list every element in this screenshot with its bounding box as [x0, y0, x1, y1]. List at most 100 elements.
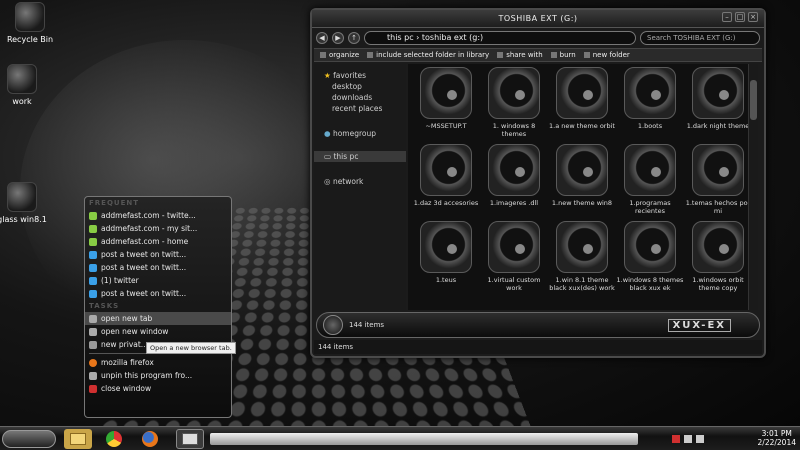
scrollbar-thumb[interactable]: [750, 80, 757, 120]
folder-item[interactable]: 1.teus: [412, 221, 480, 298]
jump-unpin[interactable]: unpin this program fro...: [85, 369, 231, 382]
jump-item-label: unpin this program fro...: [101, 371, 192, 380]
new-tab-icon: [89, 315, 97, 323]
folder-item[interactable]: ~MSSETUP.T: [412, 67, 480, 144]
jump-item[interactable]: post a tweet on twitt...: [85, 248, 231, 261]
jump-item[interactable]: (1) twitter: [85, 274, 231, 287]
tasks-header: TASKS: [85, 300, 231, 312]
share-with-button[interactable]: share with: [497, 51, 542, 59]
desktop-icon-recycle-bin[interactable]: Recycle Bin: [0, 2, 60, 44]
folder-label: 1.dark night theme: [687, 122, 750, 130]
folder-item[interactable]: 1.virtual custom work: [480, 221, 548, 298]
taskbar-firefox[interactable]: [136, 429, 164, 449]
file-list: ~MSSETUP.T 1. windows 8 themes 1.a new t…: [408, 64, 750, 310]
nav-this-pc[interactable]: ▭ this pc: [314, 151, 406, 162]
up-button[interactable]: ↑: [348, 32, 360, 44]
addmefast-icon: [89, 212, 97, 220]
address-bar[interactable]: this pc › toshiba ext (g:): [364, 31, 636, 45]
desktop-icon-label: Recycle Bin: [7, 35, 53, 44]
task-open-new-tab[interactable]: open new tab: [85, 312, 231, 325]
status-item-count: 144 items: [318, 343, 353, 351]
firefox-icon: [89, 359, 97, 367]
taskbar: 3:01 PM 2/22/2014: [0, 426, 800, 450]
details-pane: 144 items XUX-EX: [316, 312, 760, 338]
clock[interactable]: 3:01 PM 2/22/2014: [758, 429, 796, 447]
folder-icon: [488, 67, 540, 119]
folder-item[interactable]: 1.windows 8 themes black xux ek: [616, 221, 684, 298]
folder-label: 1.new theme win8: [552, 199, 612, 207]
jump-open-firefox[interactable]: mozilla firefox: [85, 356, 231, 369]
new-window-icon: [89, 328, 97, 336]
homegroup-icon: ●: [324, 129, 331, 138]
burn-button[interactable]: burn: [551, 51, 576, 59]
forward-button[interactable]: ▶: [332, 32, 344, 44]
navigation-pane: ★ favorites desktop downloads recent pla…: [314, 64, 406, 310]
nav-label: recent places: [332, 104, 382, 113]
organize-button[interactable]: organize: [320, 51, 359, 59]
nav-favorites[interactable]: ★ favorites: [314, 70, 406, 81]
jump-item[interactable]: addmefast.com - home: [85, 235, 231, 248]
search-input[interactable]: Search TOSHIBA EXT (G:): [640, 31, 760, 45]
network-icon[interactable]: [684, 435, 692, 443]
computer-icon: ▭: [324, 152, 331, 161]
folder-label: 1.temas hechos por mi: [686, 199, 750, 215]
action-center-icon[interactable]: [672, 435, 680, 443]
include-in-library-button[interactable]: include selected folder in library: [367, 51, 489, 59]
folder-item[interactable]: 1.programas recientes: [616, 144, 684, 221]
desktop-icon-work[interactable]: work: [0, 64, 52, 106]
folder-label: 1.win 8.1 theme black xux(des) work: [549, 276, 615, 292]
clock-date: 2/22/2014: [758, 438, 796, 447]
folder-item[interactable]: 1.new theme win8: [548, 144, 616, 221]
folder-label: 1.teus: [436, 276, 456, 284]
jump-close-window[interactable]: close window: [85, 382, 231, 395]
taskbar-explorer[interactable]: [64, 429, 92, 449]
nav-downloads[interactable]: downloads: [314, 92, 406, 103]
jump-item[interactable]: addmefast.com - my sit...: [85, 222, 231, 235]
folder-label: 1.virtual custom work: [488, 276, 541, 292]
jump-item[interactable]: post a tweet on twitt...: [85, 287, 231, 300]
maximize-icon[interactable]: □: [735, 12, 745, 22]
folder-icon: [624, 221, 676, 273]
desktop-icon-glass-win81[interactable]: glass win8.1: [0, 182, 52, 224]
nav-recent-places[interactable]: recent places: [314, 103, 406, 114]
folder-label: 1. windows 8 themes: [493, 122, 536, 138]
twitter-icon: [89, 277, 97, 285]
folder-item[interactable]: 1.daz 3d accesories: [412, 144, 480, 221]
folder-item[interactable]: 1.win 8.1 theme black xux(des) work: [548, 221, 616, 298]
folder-icon: [488, 144, 540, 196]
folder-item[interactable]: 1.temas hechos por mi: [684, 144, 750, 221]
drive-icon: [323, 315, 343, 335]
nav-label: this pc: [333, 152, 358, 161]
folder-item[interactable]: 1. windows 8 themes: [480, 67, 548, 144]
taskbar-chrome[interactable]: [100, 429, 128, 449]
folder-label: 1.a new theme orbit: [549, 122, 615, 130]
jump-item-label: (1) twitter: [101, 276, 139, 285]
jump-item-label: post a tweet on twitt...: [101, 263, 186, 272]
folder-item[interactable]: 1.windows orbit theme copy: [684, 221, 750, 298]
jump-item-label: open new tab: [101, 314, 152, 323]
nav-network[interactable]: ◎ network: [314, 176, 406, 187]
jump-item[interactable]: addmefast.com - twitte...: [85, 209, 231, 222]
vertical-scrollbar[interactable]: [748, 64, 758, 310]
folder-label: 1.boots: [638, 122, 662, 130]
folder-label: 1.imageres .dll: [490, 199, 538, 207]
volume-icon[interactable]: [696, 435, 704, 443]
folder-item[interactable]: 1.dark night theme: [684, 67, 750, 144]
folder-item[interactable]: 1.a new theme orbit: [548, 67, 616, 144]
jump-item[interactable]: post a tweet on twitt...: [85, 261, 231, 274]
new-folder-button[interactable]: new folder: [584, 51, 630, 59]
nav-homegroup[interactable]: ● homegroup: [314, 128, 406, 139]
task-open-new-window[interactable]: open new window: [85, 325, 231, 338]
taskbar-app-window[interactable]: [176, 429, 204, 449]
folder-item[interactable]: 1.imageres .dll: [480, 144, 548, 221]
nav-desktop[interactable]: desktop: [314, 81, 406, 92]
back-button[interactable]: ◀: [316, 32, 328, 44]
folder-icon: [420, 67, 472, 119]
chrome-icon: [106, 431, 122, 447]
start-button[interactable]: [2, 430, 56, 448]
twitter-icon: [89, 251, 97, 259]
folder-item[interactable]: 1.boots: [616, 67, 684, 144]
close-icon[interactable]: ×: [748, 12, 758, 22]
title-bar[interactable]: TOSHIBA EXT (G:) – □ ×: [312, 10, 764, 28]
minimize-icon[interactable]: –: [722, 12, 732, 22]
